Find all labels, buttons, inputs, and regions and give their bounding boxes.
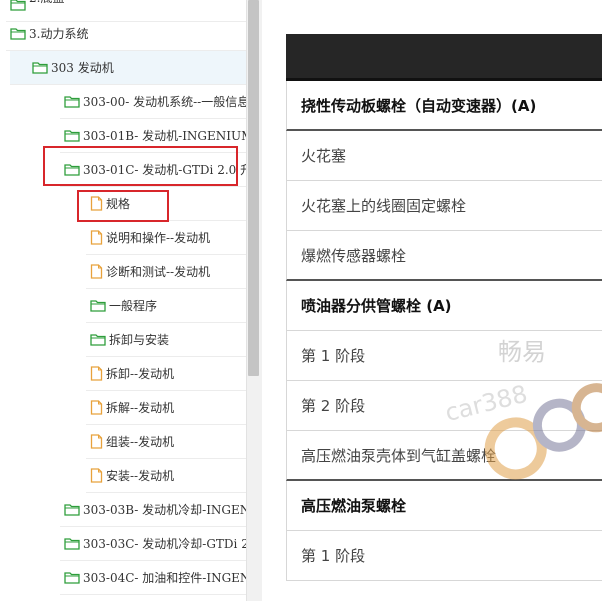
tree-item-label: 303-01B- 发动机-INGENIUM	[83, 129, 246, 143]
tree-item-label: 2.底盘	[29, 0, 64, 6]
spec-table-header	[286, 34, 602, 81]
tree-item-label: 303-04C- 加油和控件-INGENIUM	[83, 571, 246, 585]
spec-row: 挠性传动板螺栓（自动变速器）(A)	[286, 81, 602, 131]
tree-item[interactable]: 303-03C- 发动机冷却-GTDi 2.0	[60, 527, 246, 561]
folder-icon	[32, 61, 48, 74]
spec-row-label: 第 2 阶段	[301, 397, 366, 415]
tree-scrollbar-thumb[interactable]	[248, 0, 259, 376]
tree-item[interactable]: 规格	[86, 187, 246, 221]
tree-item-label: 303-03B- 发动机冷却-INGENIUM	[83, 503, 246, 517]
tree-item-label: 组装--发动机	[106, 435, 175, 449]
spec-row: 第 1 阶段	[286, 331, 602, 381]
tree-item[interactable]: 303 发动机	[10, 51, 246, 85]
folder-icon	[64, 503, 80, 516]
spec-row: 火花塞	[286, 131, 602, 181]
spec-row-label: 第 1 阶段	[301, 547, 366, 565]
document-icon	[90, 366, 103, 381]
spec-row: 第 2 阶段	[286, 381, 602, 431]
tree-item[interactable]: 拆解--发动机	[86, 391, 246, 425]
folder-icon	[90, 299, 106, 312]
tree-item-label: 诊断和测试--发动机	[106, 265, 211, 279]
tree-item-label: 303-00- 发动机系统--一般信息	[83, 95, 246, 109]
tree-item-label: 拆解--发动机	[106, 401, 175, 415]
tree-item-label: 拆卸--发动机	[106, 367, 175, 381]
spec-row-label: 挠性传动板螺栓（自动变速器）(A)	[301, 96, 537, 115]
folder-icon	[10, 0, 26, 11]
document-icon	[90, 264, 103, 279]
tree-item[interactable]: 303-01C- 发动机-GTDi 2.0 升	[60, 153, 246, 187]
spec-table: 挠性传动板螺栓（自动变速器）(A) 火花塞火花塞上的线圈固定螺栓 爆燃传感器螺栓喷油…	[286, 34, 602, 614]
spec-row-label: 火花塞上的线圈固定螺栓	[301, 197, 467, 215]
spec-row: 高压燃油泵螺栓	[286, 481, 602, 531]
folder-icon	[64, 95, 80, 108]
folder-icon	[10, 27, 26, 40]
spec-row: 第 1 阶段	[286, 531, 602, 581]
navigation-tree: 2.底盘 3.动力系统 303 发动机 303-00- 发动机系统--一般信息 303-…	[0, 0, 246, 601]
folder-icon	[64, 163, 80, 176]
tree-item[interactable]: 拆卸与安装	[86, 323, 246, 357]
document-icon	[90, 468, 103, 483]
spec-row-label: 高压燃油泵壳体到气缸盖螺栓	[301, 446, 497, 465]
tree-item-label: 说明和操作--发动机	[106, 231, 211, 245]
document-icon	[90, 400, 103, 415]
tree-item[interactable]: 303-03B- 发动机冷却-INGENIUM	[60, 493, 246, 527]
spec-row-label: 喷油器分供管螺栓 (A)	[301, 297, 452, 315]
folder-icon	[64, 537, 80, 550]
tree-item-label: 一般程序	[109, 299, 158, 313]
folder-icon	[64, 571, 80, 584]
tree-item-label: 303 发动机	[51, 61, 114, 75]
spec-row: 火花塞上的线圈固定螺栓	[286, 181, 602, 231]
tree-item[interactable]: 诊断和测试--发动机	[86, 255, 246, 289]
spec-row-label: 火花塞	[301, 147, 347, 165]
tree-item-label: 拆卸与安装	[109, 333, 170, 347]
tree-item[interactable]: 303-00- 发动机系统--一般信息	[60, 85, 246, 119]
tree-item[interactable]: 303-01B- 发动机-INGENIUM	[60, 119, 246, 153]
tree-item-label: 3.动力系统	[29, 27, 89, 41]
tree-item[interactable]: 303-04C- 加油和控件-INGENIUM	[60, 561, 246, 595]
panel-divider	[262, 0, 286, 601]
tree-item-label: 安装--发动机	[106, 469, 175, 483]
tree-item-label: 303-01C- 发动机-GTDi 2.0 升	[83, 163, 246, 177]
document-icon	[90, 434, 103, 449]
tree-item-label: 规格	[106, 197, 131, 211]
tree-item[interactable]: 3.动力系统	[6, 17, 246, 51]
folder-icon	[64, 129, 80, 142]
spec-row: 爆燃传感器螺栓	[286, 231, 602, 281]
folder-icon	[90, 333, 106, 346]
spec-row-label: 第 1 阶段	[301, 347, 366, 365]
spec-row-label: 高压燃油泵螺栓	[301, 497, 407, 515]
spec-row-label: 爆燃传感器螺栓	[301, 246, 407, 265]
document-icon	[90, 230, 103, 245]
tree-item-label: 303-03C- 发动机冷却-GTDi 2.0	[83, 537, 246, 551]
tree-item[interactable]: 拆卸--发动机	[86, 357, 246, 391]
spec-row: 喷油器分供管螺栓 (A)	[286, 281, 602, 331]
spec-row: 高压燃油泵壳体到气缸盖螺栓	[286, 431, 602, 481]
spec-table-body: 挠性传动板螺栓（自动变速器）(A) 火花塞火花塞上的线圈固定螺栓 爆燃传感器螺栓喷油…	[286, 81, 602, 581]
document-icon	[90, 196, 103, 211]
tree-item[interactable]: 一般程序	[86, 289, 246, 323]
tree-item[interactable]: 安装--发动机	[86, 459, 246, 493]
tree-item[interactable]: 组装--发动机	[86, 425, 246, 459]
tree-item[interactable]: 说明和操作--发动机	[86, 221, 246, 255]
